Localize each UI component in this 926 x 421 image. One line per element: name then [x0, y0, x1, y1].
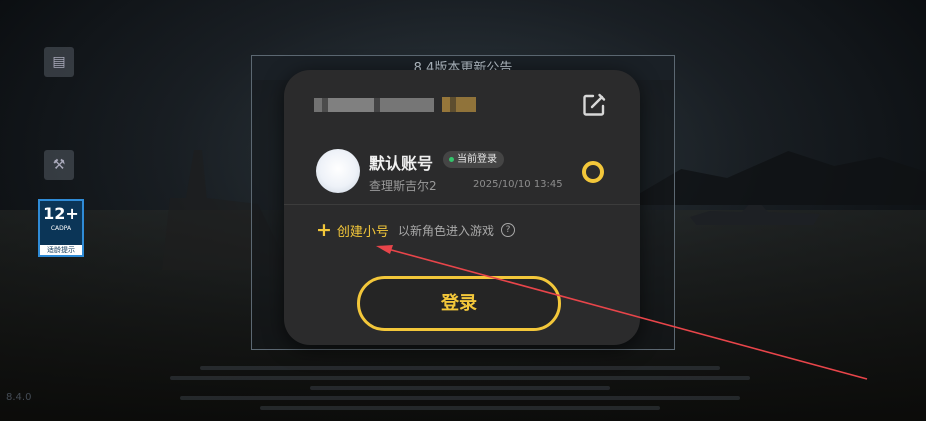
account-item[interactable]: 默认账号 当前登录 查理斯吉尔2 2025/10/10 13:45 — [284, 140, 640, 204]
age-rating-badge: 12+ CADPA 适龄提示 — [38, 199, 84, 257]
login-button[interactable]: 登录 — [357, 276, 561, 331]
create-alt-account-row: + 创建小号 以新角色进入游戏 ? — [316, 220, 515, 240]
help-icon[interactable]: ? — [500, 223, 515, 237]
current-login-label: 当前登录 — [457, 154, 497, 165]
avatar — [316, 149, 360, 193]
footer-legal-text — [160, 360, 760, 416]
current-login-badge: 当前登录 — [443, 151, 504, 168]
account-switch-dialog: 默认账号 当前登录 查理斯吉尔2 2025/10/10 13:45 + 创建小号… — [284, 70, 640, 345]
create-alt-account-link[interactable]: 创建小号 — [337, 221, 389, 240]
account-select-radio[interactable] — [582, 161, 604, 183]
role-name: 查理斯吉尔2 — [369, 179, 437, 193]
version-label: 8.4.0 — [6, 392, 32, 403]
notice-icon[interactable]: ▤ — [44, 47, 74, 77]
create-hint: 以新角色进入游戏 — [397, 223, 494, 238]
plus-icon[interactable]: + — [316, 221, 332, 240]
account-name: 默认账号 — [369, 154, 434, 173]
wrench-icon[interactable]: ⚒ — [44, 150, 74, 180]
age-rating-footer: 适龄提示 — [40, 245, 82, 255]
divider — [284, 204, 640, 205]
blurred-account-tag — [442, 97, 476, 112]
status-dot-icon — [449, 156, 454, 162]
edit-icon[interactable] — [581, 92, 607, 118]
blurred-account-id — [314, 98, 434, 112]
last-login-time: 2025/10/10 13:45 — [473, 179, 563, 190]
age-rating-number: 12+ — [43, 204, 79, 223]
age-rating-org: CADPA — [50, 225, 72, 232]
